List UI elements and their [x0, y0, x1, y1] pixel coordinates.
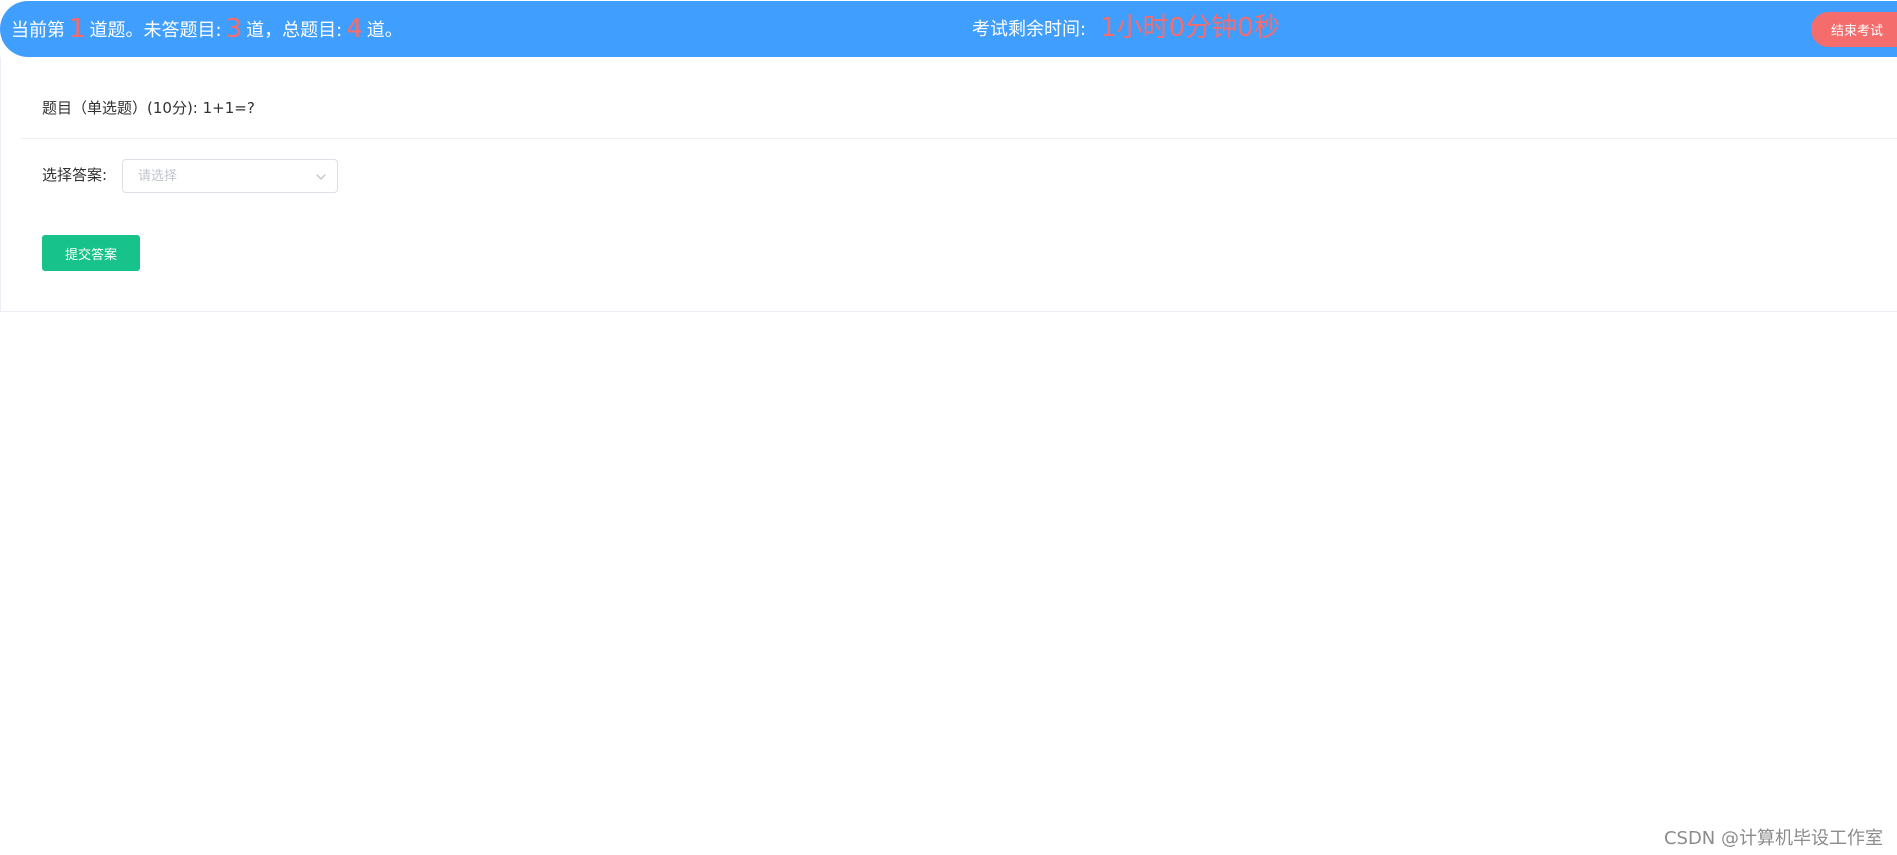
remaining-time-value: 1小时0分钟0秒	[1100, 13, 1280, 43]
answer-select[interactable]	[122, 159, 338, 193]
exam-page: 当前第 1 道题。未答题目: 3 道，总题目: 4 道。 考试剩余时间: 1小时0分钟0秒 结…	[0, 0, 1897, 855]
question-text: 题目（单选题）(10分): 1+1=?	[42, 99, 255, 117]
chevron-down-icon	[316, 174, 326, 180]
answer-select-input[interactable]	[123, 160, 318, 192]
watermark: CSDN @计算机毕设工作室	[1663, 828, 1883, 849]
remaining-time-label: 考试剩余时间:	[972, 19, 1087, 40]
submit-answer-button[interactable]: 提交答案	[42, 235, 140, 271]
remaining-time: 考试剩余时间: 1小时0分钟0秒	[972, 1, 1280, 57]
end-exam-button[interactable]: 结束考试	[1811, 12, 1897, 47]
question-progress: 当前第 1 道题。未答题目: 3 道，总题目: 4 道。	[11, 1, 403, 57]
progress-prefix: 当前第	[11, 20, 65, 41]
answer-label: 选择答案:	[42, 166, 108, 184]
current-question-number: 1	[69, 14, 86, 44]
total-question-count: 4	[346, 14, 363, 44]
exam-status-bar: 当前第 1 道题。未答题目: 3 道，总题目: 4 道。 考试剩余时间: 1小时0分钟0秒 结…	[0, 1, 1897, 57]
progress-after-current: 道题。未答题目:	[89, 20, 222, 41]
question-header: 题目（单选题）(10分): 1+1=?	[21, 57, 1897, 139]
progress-suffix: 道。	[366, 20, 403, 41]
unanswered-count: 3	[225, 14, 243, 44]
progress-after-unanswered: 道，总题目:	[246, 20, 343, 41]
question-card: 题目（单选题）(10分): 1+1=? 选择答案: 提交答案	[0, 57, 1897, 312]
